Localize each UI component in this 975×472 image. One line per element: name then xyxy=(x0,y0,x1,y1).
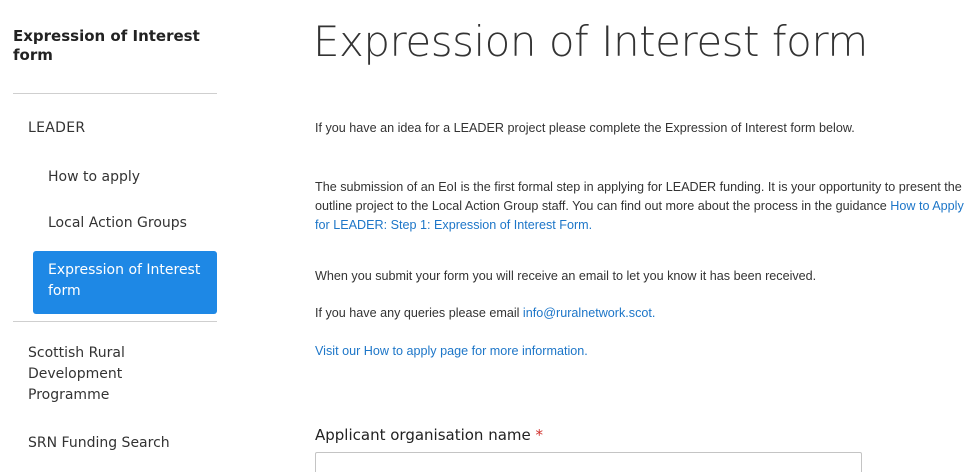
queries-paragraph: If you have any queries please email inf… xyxy=(315,304,970,323)
sidebar-item-srn-funding-search[interactable]: SRN Funding Search xyxy=(28,433,170,454)
sidebar-title: Expression of Interest form xyxy=(13,27,200,64)
how-to-apply-paragraph: Visit our How to apply page for more inf… xyxy=(315,342,970,361)
how-to-apply-link[interactable]: Visit our How to apply page for more inf… xyxy=(315,344,588,358)
sidebar-item-leader[interactable]: LEADER xyxy=(28,118,85,139)
sidebar-item-how-to-apply[interactable]: How to apply xyxy=(48,167,140,188)
eoi-paragraph: The submission of an EoI is the first fo… xyxy=(315,178,970,235)
sidebar: Expression of Interest form LEADER How t… xyxy=(0,0,222,472)
intro-paragraph: If you have an idea for a LEADER project… xyxy=(315,121,855,135)
sidebar-divider xyxy=(13,321,217,322)
org-name-label: Applicant organisation name * xyxy=(315,425,543,445)
org-name-input[interactable] xyxy=(315,452,862,472)
page-title: Expression of Interest form xyxy=(313,17,868,66)
sidebar-item-srdp[interactable]: Scottish Rural Development Programme xyxy=(28,343,178,406)
sidebar-item-local-action-groups[interactable]: Local Action Groups xyxy=(48,213,187,234)
org-name-label-text: Applicant organisation name xyxy=(315,426,531,444)
queries-text: If you have any queries please email xyxy=(315,306,523,320)
email-link[interactable]: info@ruralnetwork.scot. xyxy=(523,306,655,320)
email-notice-paragraph: When you submit your form you will recei… xyxy=(315,269,817,283)
sidebar-item-expression-of-interest[interactable]: Expression of Interest form xyxy=(33,251,217,314)
required-marker: * xyxy=(535,426,544,444)
eoi-paragraph-text: The submission of an EoI is the first fo… xyxy=(315,180,962,213)
sidebar-divider xyxy=(13,93,217,94)
